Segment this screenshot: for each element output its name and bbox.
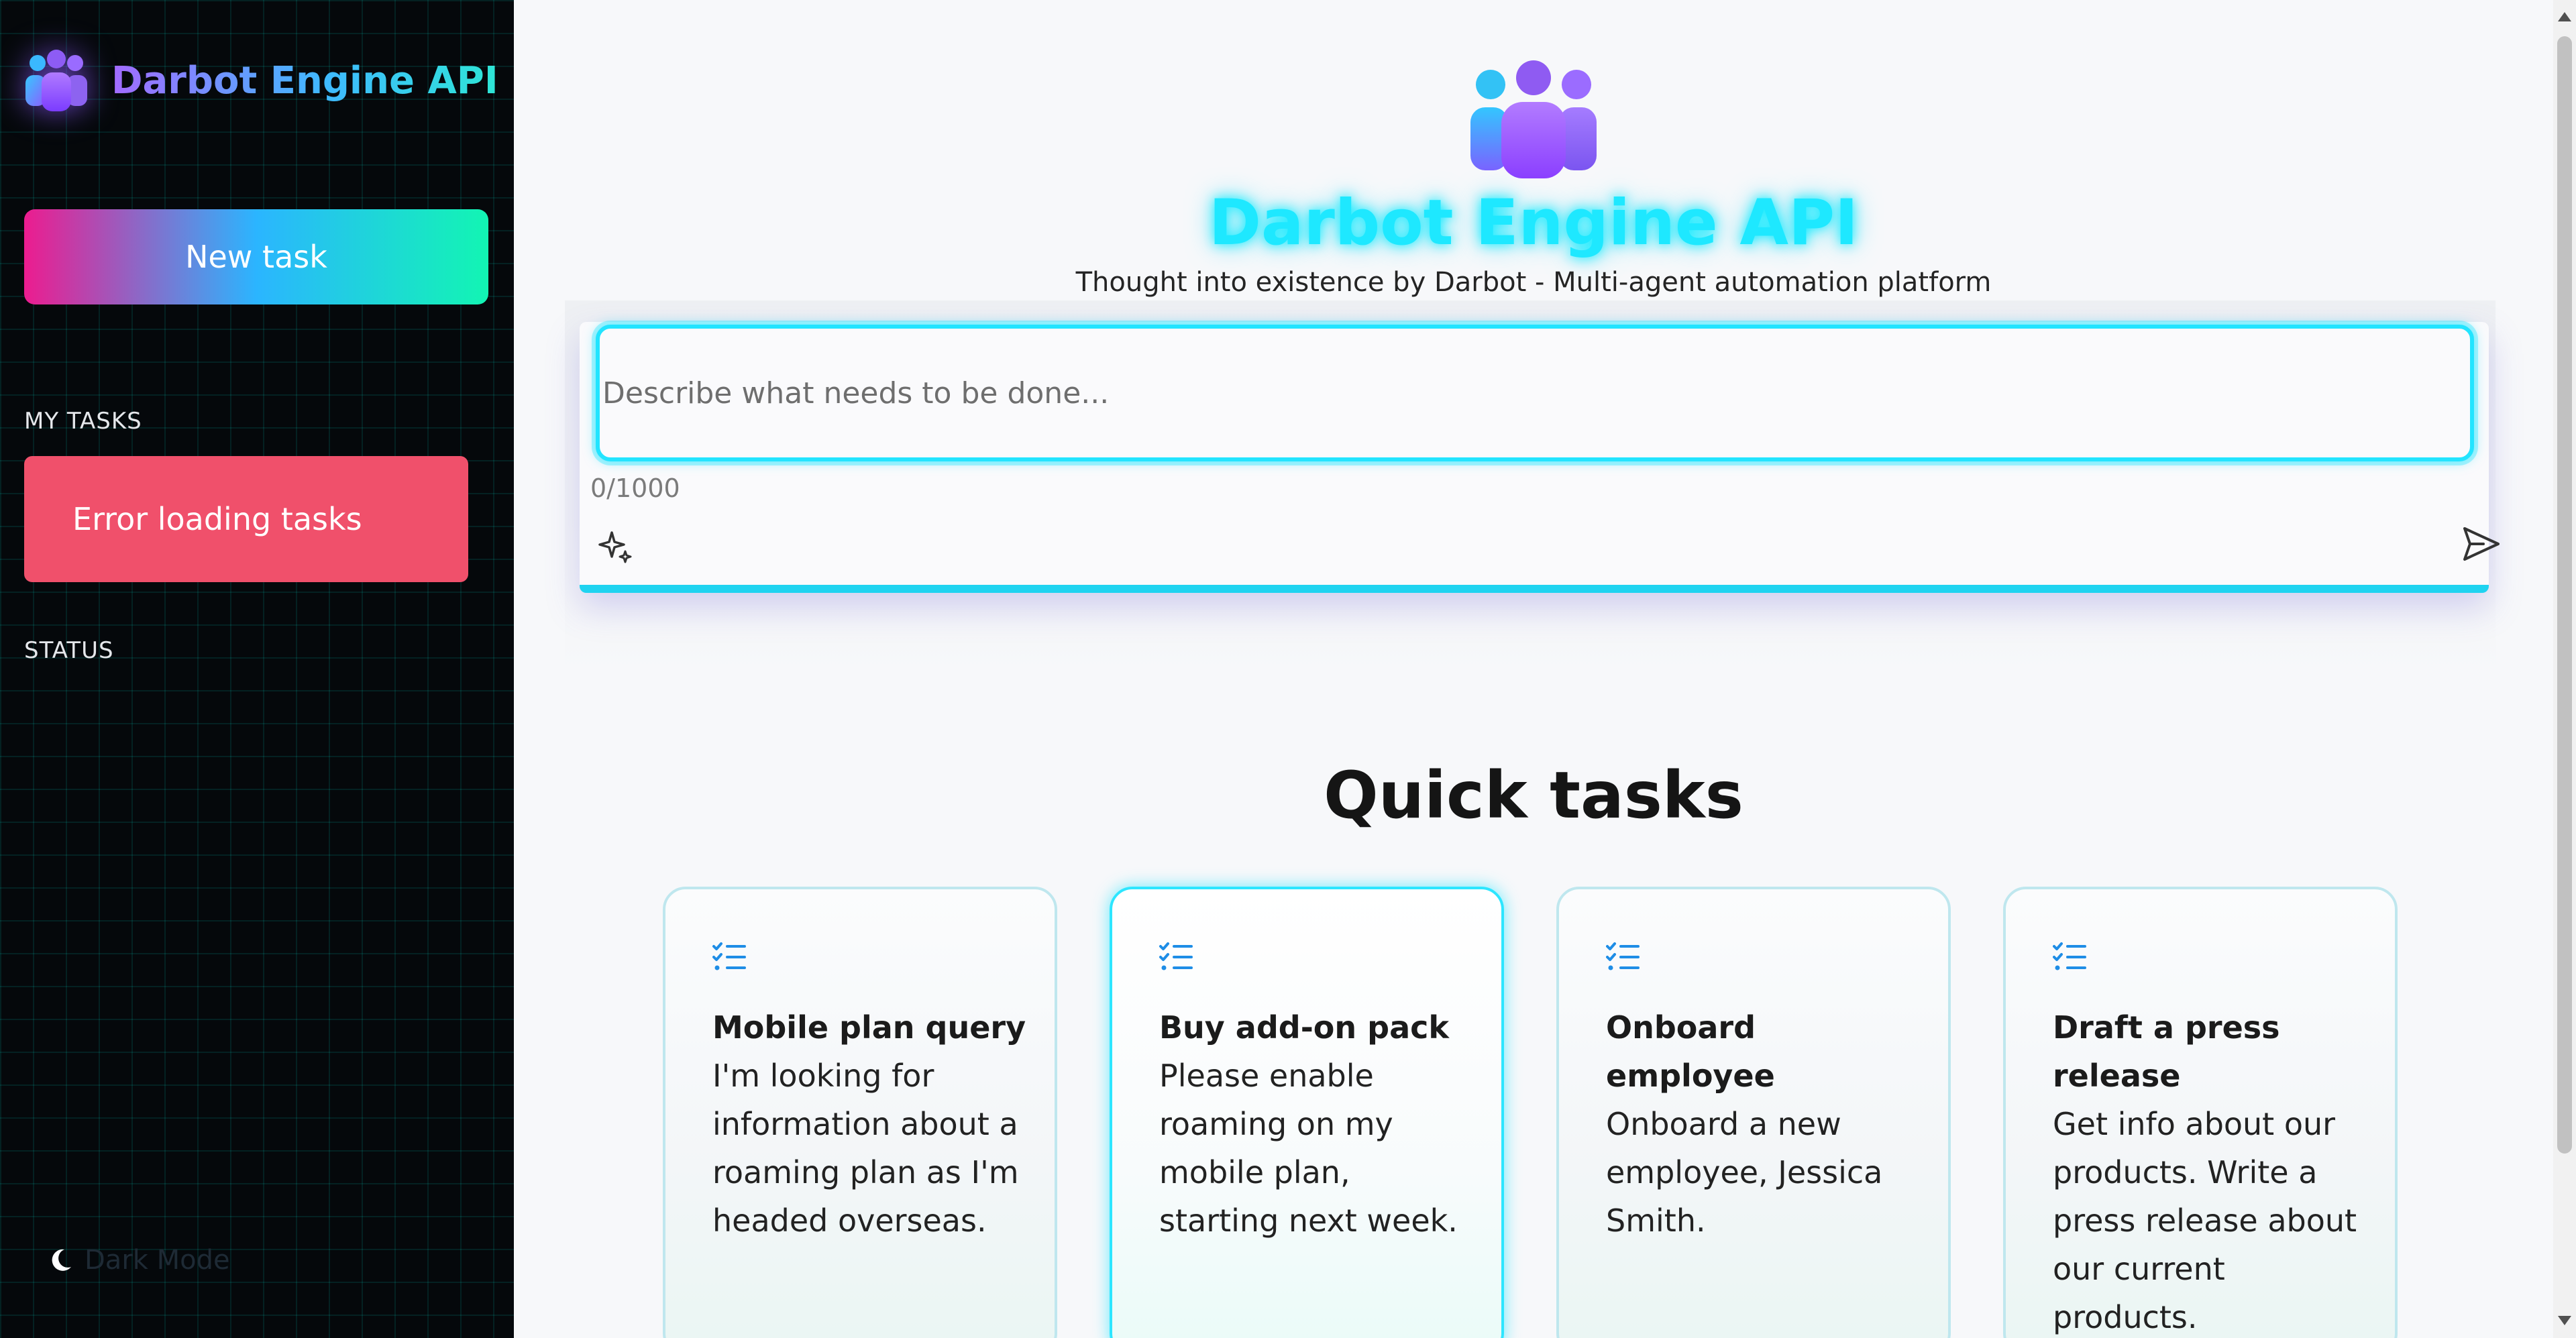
char-count: 0/1000 [590, 473, 680, 503]
dark-mode-toggle[interactable]: Dark Mode [47, 1245, 230, 1276]
new-task-button[interactable]: New task [24, 209, 488, 304]
quick-task-card-mobile-plan[interactable]: Mobile plan query I'm looking for inform… [663, 887, 1057, 1338]
brand[interactable]: Darbot Engine API [24, 48, 498, 113]
task-composer: 0/1000 [580, 322, 2500, 593]
card-title: Mobile plan query [712, 1009, 1026, 1046]
status-label: STATUS [24, 637, 114, 664]
card-description: Please enable roaming on my mobile plan,… [1159, 1058, 1458, 1239]
card-description: I'm looking for information about a roam… [712, 1058, 1019, 1239]
card-title: Onboard employee [1606, 1009, 1775, 1094]
task-list-icon [712, 942, 746, 970]
quick-task-card-add-on-pack[interactable]: Buy add-on pack Please enable roaming on… [1110, 887, 1504, 1338]
card-description: Get info about our products. Write a pre… [2053, 1106, 2357, 1335]
vertical-scrollbar[interactable] [2553, 0, 2576, 1338]
quick-task-card-onboard-employee[interactable]: Onboard employee Onboard a new employee,… [1556, 887, 1951, 1338]
task-list-icon [1159, 942, 1193, 970]
card-description: Onboard a new employee, Jessica Smith. [1606, 1106, 1883, 1239]
tasks-error-message: Error loading tasks [24, 456, 468, 582]
scroll-down-arrow-icon[interactable] [2558, 1316, 2571, 1325]
task-input[interactable] [596, 325, 2474, 461]
moon-icon [52, 1249, 71, 1271]
scroll-up-arrow-icon[interactable] [2558, 12, 2571, 21]
brand-title: Darbot Engine API [111, 58, 498, 103]
task-list-icon [1606, 942, 1640, 970]
send-icon[interactable] [2461, 523, 2502, 565]
sparkle-icon[interactable] [598, 527, 635, 563]
task-list-icon [2053, 942, 2086, 970]
card-title: Buy add-on pack [1159, 1009, 1449, 1046]
dark-mode-label: Dark Mode [85, 1245, 230, 1276]
main-content: Darbot Engine API Thought into existence… [514, 0, 2553, 1338]
hero-subtitle: Thought into existence by Darbot - Multi… [1075, 267, 1992, 298]
scroll-thumb[interactable] [2557, 36, 2572, 1154]
quick-tasks-heading: Quick tasks [1324, 758, 1743, 833]
hero-title: Darbot Engine API [1209, 186, 1858, 260]
sidebar: Darbot Engine API New task MY TASKS Erro… [0, 0, 514, 1338]
people-group-icon [25, 50, 87, 111]
people-group-icon [1470, 60, 1597, 178]
my-tasks-label: MY TASKS [24, 408, 142, 435]
error-text: Error loading tasks [72, 501, 362, 537]
quick-task-card-press-release[interactable]: Draft a press release Get info about our… [2003, 887, 2398, 1338]
card-title: Draft a press release [2053, 1009, 2280, 1094]
